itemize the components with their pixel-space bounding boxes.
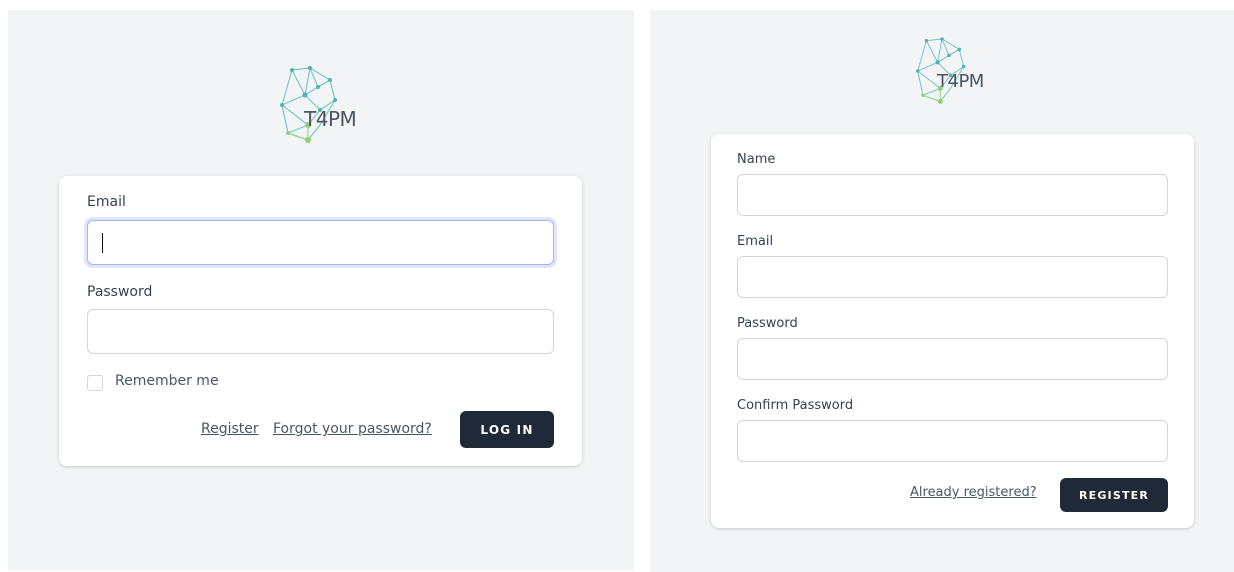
logo-text: T4PM <box>937 71 984 92</box>
email-label: Email <box>737 234 774 249</box>
t4pm-logo: T4PM <box>280 65 357 145</box>
register-panel: T4PM Name Email Password Confirm Passwor… <box>650 10 1234 572</box>
confirm-password-label: Confirm Password <box>737 398 854 413</box>
forgot-password-link[interactable]: Forgot your password? <box>273 421 432 437</box>
email-label: Email <box>87 194 126 210</box>
password-label: Password <box>737 316 798 331</box>
confirm-password-input[interactable] <box>737 420 1168 462</box>
login-panel: T4PM Email Password Remember me Register… <box>8 10 634 570</box>
already-registered-link[interactable]: Already registered? <box>910 485 1037 500</box>
remember-label: Remember me <box>115 373 219 389</box>
remember-checkbox[interactable] <box>87 375 103 391</box>
logo-text: T4PM <box>304 107 357 131</box>
t4pm-logo: T4PM <box>916 35 984 107</box>
email-input[interactable] <box>737 256 1168 298</box>
email-input[interactable] <box>87 220 554 265</box>
login-button[interactable]: LOG IN <box>460 411 554 448</box>
register-link[interactable]: Register <box>201 421 259 437</box>
network-brain-icon <box>280 66 337 143</box>
text-caret <box>102 233 103 253</box>
password-input[interactable] <box>87 309 554 354</box>
name-input[interactable] <box>737 174 1168 216</box>
login-card: Email Password Remember me Register Forg… <box>59 176 582 466</box>
name-label: Name <box>737 152 776 167</box>
password-input[interactable] <box>737 338 1168 380</box>
password-label: Password <box>87 284 153 300</box>
register-card: Name Email Password Confirm Password Alr… <box>711 134 1194 528</box>
register-button[interactable]: REGISTER <box>1060 478 1168 512</box>
